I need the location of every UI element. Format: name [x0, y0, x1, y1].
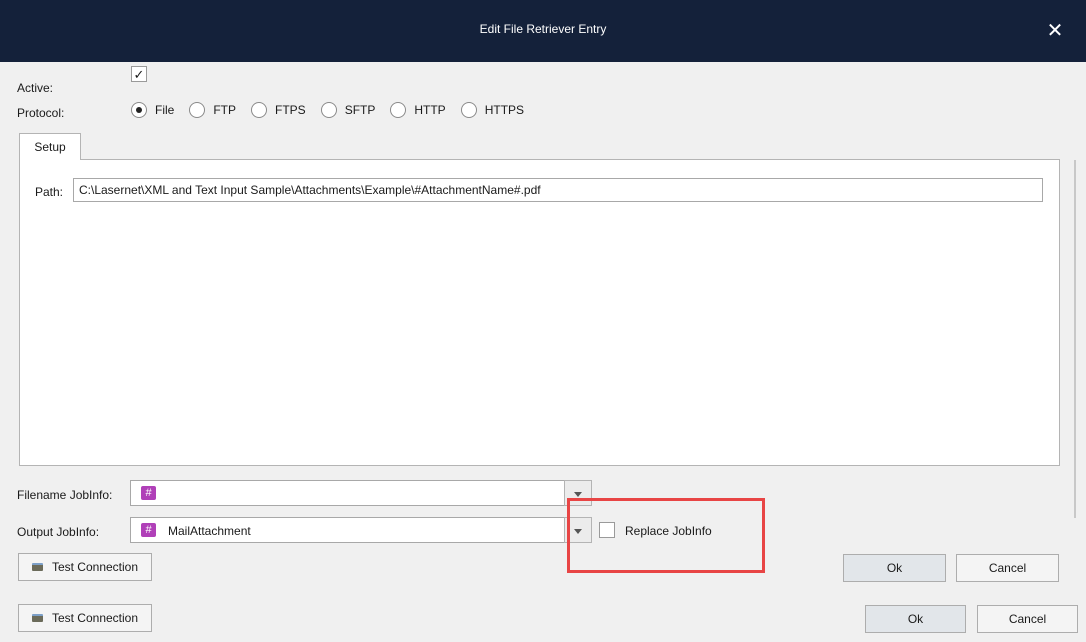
radio-icon	[460, 102, 477, 118]
test-connection-button[interactable]: Test Connection	[18, 553, 152, 581]
test-connection-icon	[31, 563, 43, 571]
radio-icon	[390, 102, 407, 118]
path-input[interactable]: C:\Lasernet\XML and Text Input Sample\At…	[73, 178, 1043, 202]
radio-icon	[189, 102, 206, 118]
cancel-label: Cancel	[988, 561, 1027, 575]
protocol-option-ftps[interactable]: FTPS	[251, 102, 306, 118]
active-checkbox[interactable]: ✓	[131, 66, 147, 82]
test-connection-label: Test Connection	[51, 560, 139, 574]
protocol-option-label: File	[155, 103, 175, 117]
test-connection-label: Test Connection	[51, 611, 139, 625]
hash-icon: #	[141, 486, 156, 500]
active-label: Active:	[17, 81, 54, 95]
close-button[interactable]: ✕	[1036, 12, 1074, 48]
radio-icon	[251, 102, 268, 118]
output-jobinfo-value: MailAttachment	[168, 524, 251, 538]
output-jobinfo-combo[interactable]: # MailAttachment	[130, 517, 592, 543]
ok-button-secondary[interactable]: Ok	[865, 605, 966, 633]
path-label: Path:	[35, 185, 64, 199]
setup-panel: Path: C:\Lasernet\XML and Text Input Sam…	[19, 159, 1060, 466]
protocol-option-label: FTP	[213, 103, 237, 117]
cancel-button[interactable]: Cancel	[956, 554, 1059, 582]
filename-jobinfo-label: Filename JobInfo:	[17, 488, 113, 502]
test-connection-button-secondary[interactable]: Test Connection	[18, 604, 152, 632]
window-title: Edit File Retriever Entry	[479, 22, 607, 36]
hash-icon: #	[141, 523, 156, 537]
protocol-option-label: HTTPS	[484, 103, 525, 117]
protocol-option-file[interactable]: File	[131, 102, 174, 118]
protocol-label: Protocol:	[17, 106, 65, 120]
radio-icon	[320, 102, 337, 118]
tab-setup[interactable]: Setup	[19, 133, 81, 160]
output-jobinfo-dropdown-button[interactable]	[564, 517, 592, 543]
replace-jobinfo-label: Replace JobInfo	[625, 524, 712, 538]
ok-label: Ok	[886, 561, 903, 575]
filename-jobinfo-dropdown-button[interactable]	[564, 480, 592, 506]
protocol-option-label: SFTP	[344, 103, 376, 117]
protocol-option-label: HTTP	[414, 103, 446, 117]
scrollbar[interactable]	[1074, 160, 1076, 518]
cancel-label: Cancel	[1008, 612, 1047, 626]
filename-jobinfo-combo[interactable]: #	[130, 480, 592, 506]
replace-jobinfo-checkbox[interactable]	[599, 522, 615, 538]
checkmark-icon: ✓	[133, 66, 145, 82]
protocol-option-https[interactable]: HTTPS	[460, 102, 525, 118]
output-jobinfo-label: Output JobInfo:	[17, 525, 100, 539]
ok-button[interactable]: Ok	[843, 554, 946, 582]
protocol-option-sftp[interactable]: SFTP	[320, 102, 376, 118]
protocol-option-ftp[interactable]: FTP	[189, 102, 236, 118]
protocol-option-label: FTPS	[275, 103, 306, 117]
protocol-option-http[interactable]: HTTP	[390, 102, 446, 118]
radio-selected-icon	[131, 102, 147, 118]
close-icon: ✕	[1046, 19, 1064, 42]
cancel-button-secondary[interactable]: Cancel	[977, 605, 1078, 633]
title-bar: Edit File Retriever Entry ✕	[0, 0, 1086, 62]
protocol-radio-group: File FTP FTPS SFTP HTTP HTTPS	[131, 100, 539, 120]
ok-label: Ok	[907, 612, 924, 626]
test-connection-icon	[31, 614, 43, 622]
